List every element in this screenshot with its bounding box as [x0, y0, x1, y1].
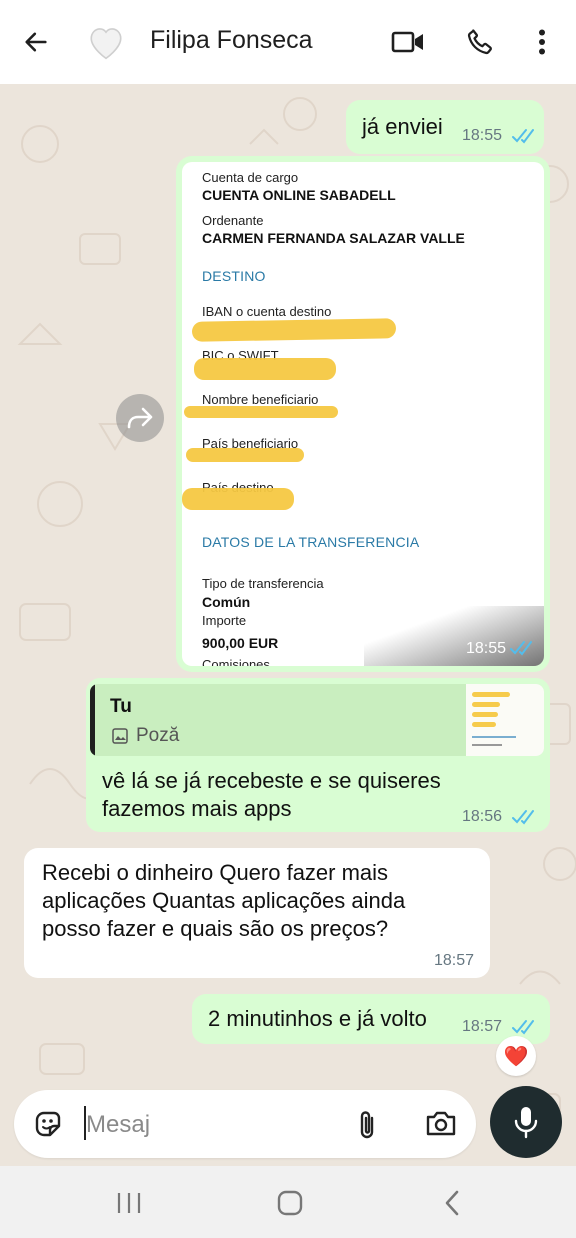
chat-area[interactable]: já enviei 18:55 Cuenta de cargo CUENTA O…	[0, 84, 576, 1166]
message-input[interactable]	[86, 1110, 326, 1140]
contact-name[interactable]: Filipa Fonseca	[150, 26, 313, 55]
receipt-value: 900,00 EUR	[202, 635, 279, 651]
heart-avatar-icon[interactable]	[84, 22, 128, 62]
highlighter-mark	[194, 358, 336, 380]
receipt-label: Comisiones	[202, 657, 270, 666]
receipt-value: Común	[202, 594, 251, 610]
home-icon[interactable]	[270, 1186, 310, 1220]
quoted-message[interactable]: Tu Poză	[90, 684, 544, 756]
paperclip-icon[interactable]	[354, 1108, 384, 1142]
message-time: 18:55	[465, 640, 506, 657]
microphone-icon	[514, 1107, 538, 1139]
transfer-receipt-image[interactable]: Cuenta de cargo CUENTA ONLINE SABADELL O…	[182, 162, 544, 666]
video-camera-icon[interactable]	[388, 24, 428, 60]
heart-reaction[interactable]: ❤️	[496, 1036, 536, 1076]
nav-back-icon[interactable]	[432, 1186, 472, 1220]
quote-bar	[90, 684, 95, 756]
receipt-label: Ordenante	[202, 213, 264, 228]
highlighter-mark	[472, 692, 510, 697]
thumbnail-line	[472, 744, 502, 746]
phone-icon[interactable]	[460, 22, 500, 62]
highlighter-mark	[186, 448, 304, 462]
message-text: vê lá se já recebeste e se quiseres	[102, 768, 441, 793]
message-text: aplicações Quantas aplicações ainda	[42, 888, 406, 913]
forward-button[interactable]	[116, 394, 164, 442]
message-bubble-incoming[interactable]: Recebi o dinheiro Quero fazer mais aplic…	[24, 848, 490, 978]
recents-icon[interactable]	[108, 1188, 150, 1218]
quote-author: Tu	[110, 696, 132, 717]
message-time: 18:57	[462, 1018, 503, 1035]
forward-icon	[127, 407, 153, 429]
read-ticks-icon	[512, 810, 534, 825]
highlighter-mark	[184, 406, 338, 418]
message-time: 18:55	[462, 127, 503, 144]
read-ticks-icon	[512, 129, 534, 144]
receipt-value: CUENTA ONLINE SABADELL	[202, 187, 396, 203]
quote-media-type: Poză	[136, 725, 180, 746]
receipt-section-title: DATOS DE LA TRANSFERENCIA	[202, 534, 420, 550]
message-text: já enviei	[362, 114, 443, 139]
more-vertical-icon[interactable]	[526, 24, 558, 60]
highlighter-mark	[182, 488, 294, 510]
message-text: posso fazer e quais são os preços?	[42, 916, 389, 941]
camera-icon[interactable]	[424, 1108, 460, 1140]
receipt-label: Nombre beneficiario	[202, 392, 319, 407]
receipt-label: Importe	[202, 613, 247, 628]
system-nav-bar	[0, 1166, 576, 1238]
highlighter-mark	[472, 712, 498, 717]
message-bubble-outgoing[interactable]: já enviei 18:55	[346, 100, 544, 154]
sticker-icon[interactable]	[32, 1108, 64, 1140]
message-time: 18:57	[434, 952, 475, 969]
message-text: Recebi o dinheiro Quero fazer mais	[42, 860, 389, 885]
message-time: 18:56	[462, 808, 503, 825]
receipt-section-title: DESTINO	[202, 268, 266, 284]
receipt-label: Tipo de transferencia	[202, 576, 324, 591]
message-text: fazemos mais apps	[102, 796, 292, 821]
text-caret	[84, 1106, 86, 1140]
message-bubble-outgoing[interactable]: 2 minutinhos e já volto 18:57	[192, 994, 550, 1044]
microphone-button[interactable]	[490, 1086, 562, 1158]
arrow-left-icon[interactable]	[18, 24, 54, 60]
chat-header: Filipa Fonseca	[0, 0, 576, 84]
read-ticks-icon	[512, 1020, 534, 1035]
highlighter-mark	[472, 722, 496, 727]
receipt-value: CARMEN FERNANDA SALAZAR VALLE	[202, 230, 465, 246]
receipt-label: Cuenta de cargo	[202, 170, 299, 185]
quote-thumbnail	[466, 684, 544, 756]
receipt-label: IBAN o cuenta destino	[202, 304, 332, 319]
highlighter-mark	[191, 318, 397, 342]
highlighter-mark	[472, 702, 500, 707]
image-icon	[112, 728, 128, 744]
read-ticks-icon	[510, 641, 532, 656]
thumbnail-line	[472, 736, 516, 738]
message-text: 2 minutinhos e já volto	[208, 1006, 427, 1031]
image-shade	[364, 606, 544, 666]
